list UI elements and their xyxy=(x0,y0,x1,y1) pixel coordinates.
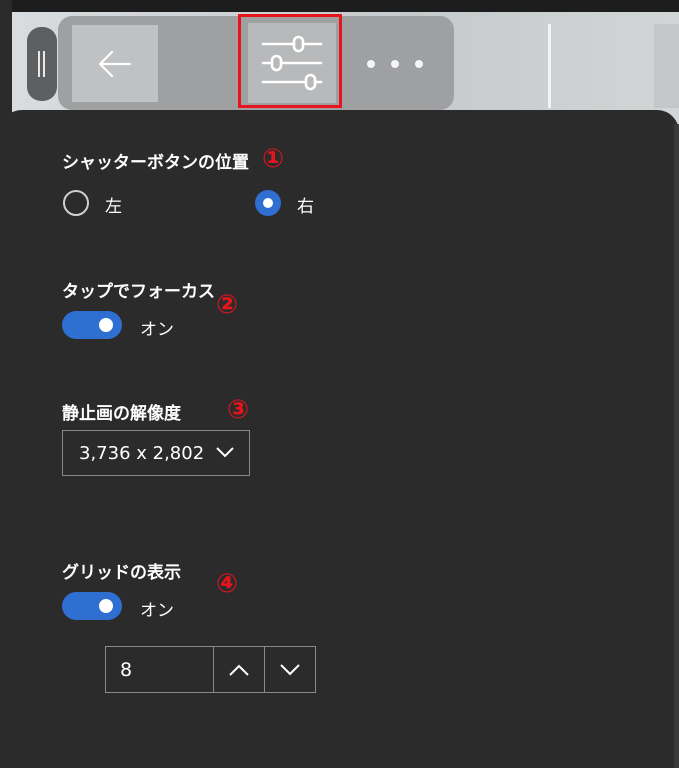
ellipsis-icon xyxy=(367,60,375,68)
camera-preview-edge xyxy=(654,24,679,108)
radio-left-label: 左 xyxy=(105,197,122,217)
radio-right-dot xyxy=(263,198,273,208)
more-button[interactable] xyxy=(355,40,435,88)
camera-preview-line xyxy=(548,24,551,108)
chevron-down-icon xyxy=(216,447,234,458)
radio-right-label: 右 xyxy=(297,197,314,217)
grid-title: グリッドの表示 xyxy=(62,563,181,583)
chevron-down-icon xyxy=(280,663,300,675)
radio-right[interactable] xyxy=(255,190,281,216)
ellipsis-icon xyxy=(415,60,423,68)
grid-count-stepper[interactable]: 8 xyxy=(105,646,316,693)
back-button[interactable] xyxy=(72,25,158,102)
resolution-value: 3,736 x 2,802 xyxy=(79,443,205,464)
increment-button[interactable] xyxy=(214,647,264,692)
tap-focus-title: タップでフォーカス xyxy=(62,282,215,302)
resolution-title: 静止画の解像度 xyxy=(62,404,181,424)
tap-focus-state: オン xyxy=(140,320,174,340)
panel-scroll-edge xyxy=(674,124,679,768)
grid-toggle[interactable] xyxy=(62,592,122,620)
arrow-left-icon xyxy=(98,50,132,77)
annotation-marker-1: ① xyxy=(262,144,285,174)
tap-focus-toggle[interactable] xyxy=(62,311,122,339)
window-top-bar xyxy=(0,0,679,12)
toggle-knob xyxy=(99,318,113,332)
chevron-up-icon xyxy=(229,664,249,676)
drag-handle-bar xyxy=(43,51,45,77)
drag-handle[interactable] xyxy=(27,27,57,101)
toggle-knob xyxy=(99,599,113,613)
resolution-dropdown[interactable]: 3,736 x 2,802 xyxy=(62,430,250,476)
decrement-button[interactable] xyxy=(265,647,315,692)
settings-highlight-box xyxy=(238,14,342,108)
radio-left[interactable] xyxy=(63,190,89,216)
grid-state: オン xyxy=(140,601,174,621)
grid-count-value[interactable]: 8 xyxy=(120,659,132,681)
annotation-marker-4: ④ xyxy=(216,569,239,599)
ellipsis-icon xyxy=(391,60,399,68)
shutter-position-title: シャッターボタンの位置 xyxy=(62,153,249,173)
drag-handle-bar xyxy=(38,51,40,77)
annotation-marker-2: ② xyxy=(216,290,239,320)
annotation-marker-3: ③ xyxy=(227,395,250,425)
